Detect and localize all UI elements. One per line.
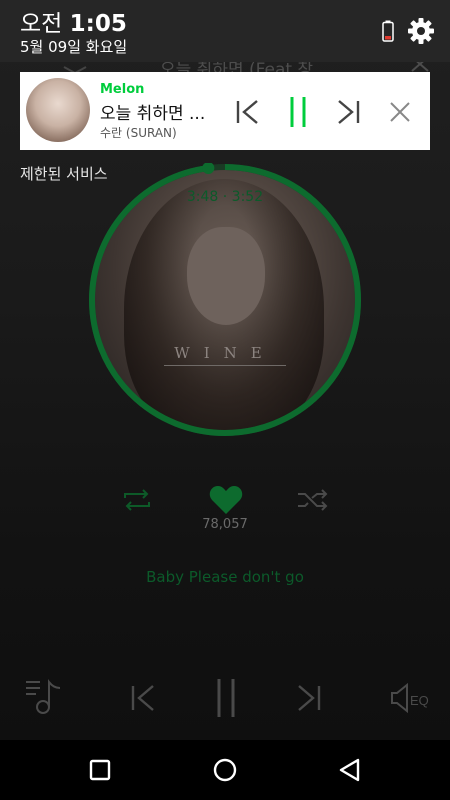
notification-app-name: Melon — [100, 82, 145, 97]
album-thumbnail — [26, 78, 90, 142]
status-clock: 1:05 — [69, 11, 127, 37]
skip-next-icon[interactable] — [294, 683, 324, 713]
recents-square-icon[interactable] — [86, 756, 114, 784]
lyric-line[interactable]: Baby Please don't go — [75, 568, 375, 586]
skip-previous-icon[interactable] — [230, 94, 266, 130]
eq-label: EQ — [410, 693, 429, 708]
shuffle-icon[interactable] — [296, 488, 330, 512]
progress-knob — [202, 163, 215, 175]
time-separator: · — [222, 189, 228, 205]
elapsed-time: 3:48 — [186, 189, 219, 205]
total-time: 3:52 — [231, 189, 264, 205]
status-time: 오전 1:05 — [20, 4, 127, 38]
playlist-icon[interactable] — [24, 678, 64, 716]
skip-next-icon[interactable] — [330, 94, 366, 130]
repeat-icon[interactable] — [120, 488, 154, 512]
back-triangle-icon[interactable] — [336, 756, 364, 784]
media-notification[interactable]: Melon 오늘 취하면 ... 수란 (SURAN) — [20, 72, 430, 150]
pause-icon[interactable] — [280, 94, 316, 130]
status-ampm: 오전 — [20, 11, 63, 37]
battery-icon — [382, 20, 394, 42]
equalizer-icon[interactable]: EQ — [390, 682, 432, 714]
close-icon[interactable] — [382, 94, 418, 130]
skip-previous-icon[interactable] — [128, 683, 158, 713]
home-circle-icon[interactable] — [211, 756, 239, 784]
status-date: 5월 09일 화요일 — [20, 38, 128, 56]
like-count: 78,057 — [202, 517, 248, 532]
notification-song-title: 오늘 취하면 ... — [100, 104, 206, 124]
heart-like-icon[interactable] — [208, 484, 244, 516]
notification-artist: 수란 (SURAN) — [100, 126, 177, 140]
time-readout: 3:48 · 3:52 — [175, 189, 275, 205]
navigation-bar — [0, 740, 450, 800]
status-bar: 오전 1:05 5월 09일 화요일 — [0, 0, 450, 62]
gear-icon[interactable] — [406, 16, 436, 46]
pause-icon[interactable] — [214, 677, 238, 719]
